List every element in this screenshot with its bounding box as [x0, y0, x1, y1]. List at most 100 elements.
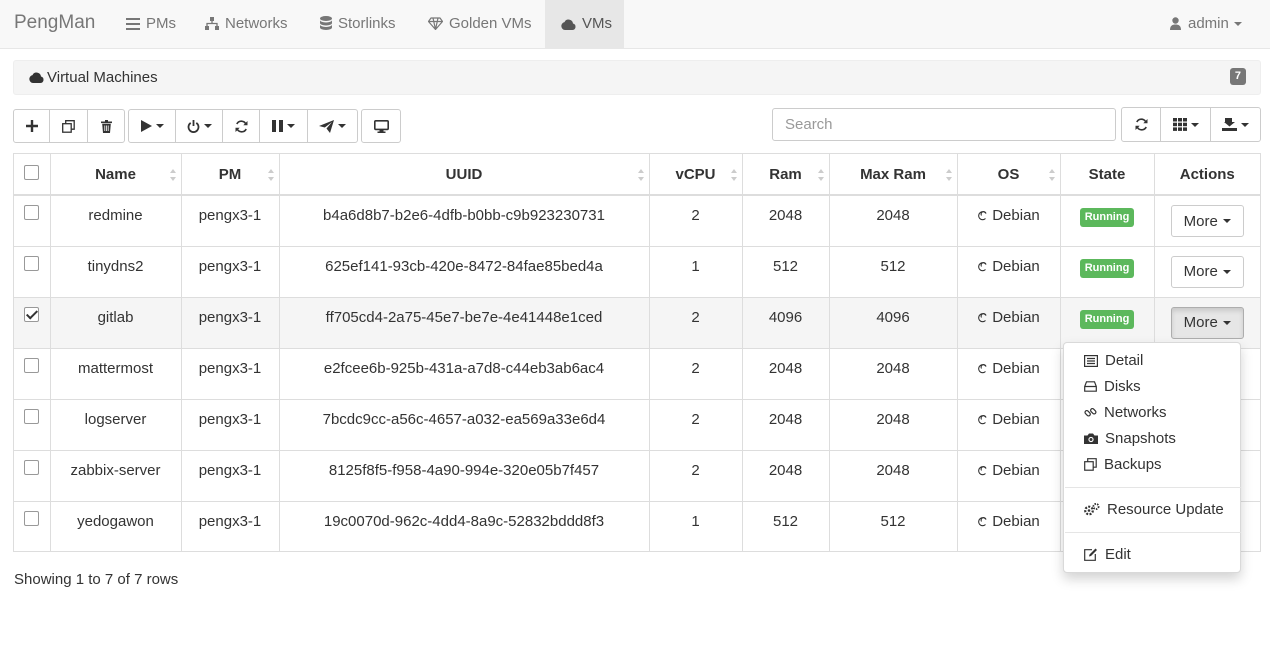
status-badge: Running	[1079, 309, 1135, 329]
column-header-vcpu[interactable]: vCPU	[649, 154, 743, 196]
caret-down-icon	[287, 124, 295, 128]
debian-icon	[978, 465, 987, 475]
trash-icon	[100, 119, 112, 133]
row-select-cell	[14, 297, 51, 348]
console-button[interactable]	[361, 109, 401, 143]
refresh-state-button[interactable]	[222, 109, 260, 143]
cell-state: Running	[1060, 246, 1155, 297]
menu-item-edit[interactable]: Edit	[1084, 546, 1131, 563]
add-button[interactable]	[13, 109, 50, 143]
refresh-icon	[235, 119, 247, 133]
menu-item-label: Edit	[1105, 546, 1131, 563]
column-header-max-ram[interactable]: Max Ram	[829, 154, 958, 196]
refresh-button[interactable]	[1121, 107, 1161, 142]
nav-item-pms[interactable]: PMs	[126, 0, 176, 48]
copy-icon	[62, 119, 75, 133]
user-name: admin	[1188, 15, 1229, 32]
cell-max-ram: 4096	[829, 297, 958, 348]
delete-button[interactable]	[87, 109, 125, 143]
column-header-state[interactable]: State	[1060, 154, 1155, 196]
caret-down-icon	[1222, 269, 1231, 274]
cell-name: zabbix-server	[50, 450, 182, 501]
column-header-os[interactable]: OS	[957, 154, 1061, 196]
caret-down-icon	[1241, 122, 1249, 127]
cell-name: logserver	[50, 399, 182, 450]
cell-ram: 2048	[742, 348, 830, 399]
edit-icon	[1084, 548, 1097, 561]
table-row[interactable]: gitlab pengx3-1 ff705cd4-2a75-45e7-be7e-4e…	[14, 297, 1260, 348]
menu-item-backups[interactable]: Backups	[1084, 456, 1162, 473]
cell-name: tinydns2	[50, 246, 182, 297]
menu-item-label: Detail	[1105, 352, 1144, 369]
copy-icon	[1084, 458, 1097, 471]
debian-icon	[978, 261, 987, 271]
row-checkbox[interactable]	[24, 205, 40, 220]
desktop-icon	[373, 119, 389, 133]
menu-item-resource-update[interactable]: Resource Update	[1084, 501, 1224, 518]
row-checkbox[interactable]	[24, 459, 40, 475]
cell-vcpu: 2	[649, 195, 743, 246]
play-icon	[140, 120, 152, 132]
hdd-icon	[1084, 381, 1097, 392]
brand-logo[interactable]: PengMan	[14, 12, 95, 34]
clone-button[interactable]	[49, 109, 88, 143]
more-button-label: More	[1183, 212, 1218, 230]
more-button[interactable]: More	[1170, 255, 1244, 288]
cell-pm: pengx3-1	[181, 297, 280, 348]
nav-item-networks[interactable]: Networks	[205, 0, 288, 48]
row-checkbox[interactable]	[24, 357, 40, 373]
start-dropdown-button[interactable]	[128, 109, 176, 143]
cell-uuid: e2fcee6b-925b-431a-a7d8-c44eb3ab6ac4	[279, 348, 650, 399]
cell-state: Running	[1060, 297, 1155, 348]
sitemap-icon	[205, 17, 219, 30]
menu-item-snapshots[interactable]: Snapshots	[1084, 430, 1176, 447]
cell-name: yedogawon	[50, 501, 182, 552]
nav-item-storlinks[interactable]: Storlinks	[320, 0, 396, 48]
row-checkbox[interactable]	[24, 510, 40, 526]
menu-item-label: Snapshots	[1105, 430, 1176, 447]
sort-icon	[637, 169, 644, 181]
camera-icon	[1084, 433, 1098, 444]
row-select-cell	[14, 399, 51, 450]
row-checkbox[interactable]	[24, 306, 40, 322]
send-icon	[319, 119, 334, 133]
menu-item-label: Backups	[1104, 456, 1162, 473]
pause-dropdown-button[interactable]	[259, 109, 308, 143]
cell-os: Debian	[957, 246, 1061, 297]
os-label: Debian	[992, 257, 1040, 275]
power-dropdown-button[interactable]	[175, 109, 223, 143]
migrate-dropdown-button[interactable]	[307, 109, 358, 143]
row-checkbox[interactable]	[24, 408, 40, 424]
column-header-ram[interactable]: Ram	[742, 154, 830, 196]
more-button[interactable]: More	[1170, 306, 1244, 339]
column-header-label: Name	[95, 165, 136, 183]
select-all-checkbox[interactable]	[24, 164, 40, 180]
user-menu[interactable]: admin	[1170, 0, 1242, 48]
table-row[interactable]: redmine pengx3-1 b4a6d8b7-b2e6-4dfb-b0bb-c…	[14, 195, 1260, 246]
nav-item-golden-vms[interactable]: Golden VMs	[427, 0, 532, 48]
column-header-name[interactable]: Name	[50, 154, 182, 196]
cell-vcpu: 2	[649, 450, 743, 501]
status-badge: Running	[1079, 208, 1135, 227]
column-header-actions: Actions	[1154, 154, 1260, 196]
list-alt-icon	[1084, 354, 1098, 367]
column-header-pm[interactable]: PM	[181, 154, 280, 196]
nav-item-vms[interactable]: VMs	[545, 0, 624, 48]
row-checkbox[interactable]	[24, 255, 40, 271]
menu-item-detail[interactable]: Detail	[1084, 352, 1143, 369]
cloud-icon	[29, 72, 44, 83]
export-dropdown-button[interactable]	[1210, 107, 1261, 142]
caret-down-icon	[203, 124, 212, 128]
column-header-uuid[interactable]: UUID	[279, 154, 650, 196]
cell-ram: 512	[742, 501, 830, 552]
table-row[interactable]: tinydns2 pengx3-1 625ef141-93cb-420e-8472-…	[14, 246, 1260, 297]
cell-uuid: 8125f8f5-f958-4a90-994e-320e05b7f457	[279, 450, 650, 501]
nav-item-label: Golden VMs	[449, 15, 532, 32]
menu-item-disks[interactable]: Disks	[1084, 378, 1141, 395]
search-input[interactable]	[772, 108, 1116, 141]
more-button[interactable]: More	[1170, 205, 1244, 237]
pause-icon	[272, 120, 283, 132]
select-all-cell	[14, 154, 51, 196]
columns-dropdown-button[interactable]	[1160, 107, 1211, 142]
menu-item-networks[interactable]: Networks	[1084, 404, 1167, 421]
